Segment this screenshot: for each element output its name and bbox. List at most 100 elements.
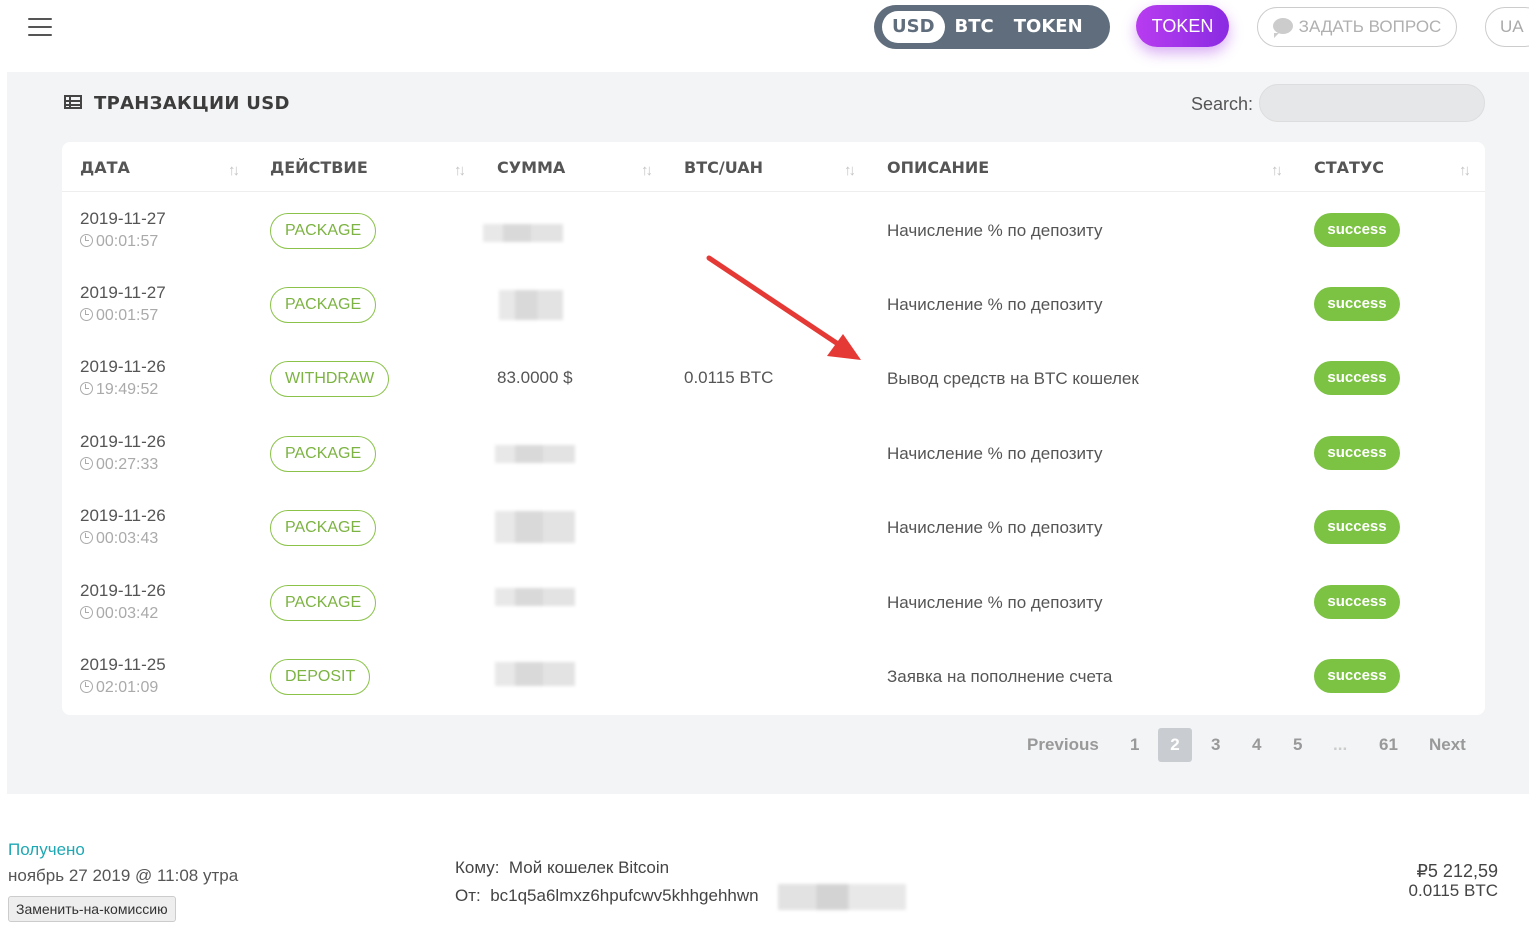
column-header-description[interactable]: ОПИСАНИЕ: [887, 158, 989, 177]
row-description: Начисление % по депозиту: [887, 221, 1103, 240]
table-row: 2019-11-25 02:01:09 DEPOSIT Заявка на по…: [62, 638, 1485, 712]
redacted-amount: [499, 290, 563, 320]
to-value: Мой кошелек Bitcoin: [508, 858, 670, 877]
status-badge: success: [1314, 361, 1400, 395]
sort-icon[interactable]: ↑↓: [844, 162, 856, 179]
row-time: 00:01:57: [80, 307, 158, 325]
pagination-next[interactable]: Next: [1429, 735, 1466, 755]
sort-icon[interactable]: ↑↓: [454, 162, 466, 179]
action-badge[interactable]: PACKAGE: [270, 585, 377, 621]
row-date: 2019-11-26: [80, 432, 166, 451]
pagination-page[interactable]: 3: [1211, 735, 1220, 755]
row-description: Начисление % по депозиту: [887, 593, 1103, 612]
action-badge[interactable]: WITHDRAW: [270, 361, 390, 397]
status-badge: success: [1314, 436, 1400, 470]
table-row: 2019-11-26 00:03:42 PACKAGE Начисление %…: [62, 564, 1485, 638]
sort-icon[interactable]: ↑↓: [228, 162, 240, 179]
action-badge[interactable]: DEPOSIT: [270, 659, 371, 695]
from-address: bc1q5a6lmxz6hpufcwv5khhgehhwn: [490, 886, 759, 905]
column-header-amount[interactable]: СУММА: [497, 158, 565, 177]
column-header-status[interactable]: СТАТУС: [1314, 158, 1384, 177]
pagination-page[interactable]: 5: [1293, 735, 1302, 755]
row-time-text: 19:49:52: [96, 381, 159, 398]
row-time-text: 00:03:43: [96, 530, 159, 547]
status-badge: success: [1314, 659, 1400, 693]
action-badge[interactable]: PACKAGE: [270, 510, 377, 546]
row-description: Заявка на пополнение счета: [887, 667, 1113, 686]
row-time: 00:01:57: [80, 233, 158, 251]
ask-question-button[interactable]: ЗАДАТЬ ВОПРОС: [1257, 7, 1457, 47]
action-badge[interactable]: PACKAGE: [270, 436, 377, 472]
column-header-btc-uah[interactable]: BTC/UAH: [684, 158, 763, 177]
search-input[interactable]: [1259, 84, 1485, 122]
search-label: Search:: [1191, 94, 1254, 114]
pagination-previous[interactable]: Previous: [1027, 735, 1099, 755]
menu-icon[interactable]: [28, 18, 52, 36]
from-label: От:: [455, 886, 481, 905]
clock-icon: [80, 457, 93, 470]
crypto-amount: 0.0115 BTC: [1408, 881, 1498, 900]
token-button[interactable]: TOKEN: [1136, 5, 1229, 47]
table-row: 2019-11-27 00:01:57 PACKAGE Начисление %…: [62, 192, 1485, 266]
status-badge: success: [1314, 213, 1400, 247]
row-date: 2019-11-26: [80, 357, 166, 376]
row-description: Вывод средств на BTC кошелек: [887, 369, 1139, 388]
row-time: 19:49:52: [80, 381, 158, 399]
row-time: 00:27:33: [80, 456, 158, 474]
language-button[interactable]: UA: [1485, 7, 1529, 47]
row-time: 00:03:42: [80, 605, 158, 623]
currency-btc-option[interactable]: BTC: [945, 11, 1004, 43]
currency-token-option[interactable]: TOKEN: [1004, 11, 1093, 43]
redacted-amount: [483, 224, 563, 242]
chat-bubble-icon: [1272, 18, 1293, 38]
row-description: Начисление % по депозиту: [887, 444, 1103, 463]
sort-icon[interactable]: ↑↓: [1271, 162, 1283, 179]
row-time-text: 00:01:57: [96, 233, 159, 250]
row-date: 2019-11-25: [80, 655, 166, 674]
sender-line: От: bc1q5a6lmxz6hpufcwv5khhgehhwn: [455, 886, 759, 906]
replace-fee-button[interactable]: Заменить-на-комиссию: [8, 896, 176, 922]
status-badge: success: [1314, 585, 1400, 619]
redacted-amount: [495, 588, 575, 606]
currency-switch[interactable]: USD BTC TOKEN: [874, 5, 1110, 49]
pagination-current-page[interactable]: 2: [1158, 728, 1192, 762]
row-date: 2019-11-27: [80, 283, 166, 302]
column-header-action[interactable]: ДЕЙСТВИЕ: [270, 158, 368, 177]
page-title-text: ТРАНЗАКЦИИ USD: [94, 93, 290, 114]
ask-question-label: ЗАДАТЬ ВОПРОС: [1298, 17, 1442, 36]
received-date: ноябрь 27 2019 @ 11:08 утра: [8, 866, 239, 885]
row-time-text: 02:01:09: [96, 679, 159, 696]
row-time: 00:03:43: [80, 530, 158, 548]
action-badge[interactable]: PACKAGE: [270, 213, 377, 249]
row-date: 2019-11-26: [80, 506, 166, 525]
redacted-amount: [495, 662, 575, 686]
annotation-arrow: [706, 255, 861, 360]
clock-icon: [80, 382, 93, 395]
row-description: Начисление % по депозиту: [887, 295, 1103, 314]
redacted-amount: [495, 445, 575, 463]
pagination-page[interactable]: 61: [1379, 735, 1398, 755]
row-amount: 83.0000 $: [497, 368, 573, 387]
row-date: 2019-11-26: [80, 581, 166, 600]
top-bar: USD BTC TOKEN TOKEN ЗАДАТЬ ВОПРОС UA: [0, 0, 1529, 72]
redacted-address: [778, 884, 906, 910]
transactions-panel: ТРАНЗАКЦИИ USD Search: ДАТА ↑↓ ДЕЙСТВИЕ …: [7, 72, 1529, 794]
sort-icon[interactable]: ↑↓: [1459, 162, 1471, 179]
recipient-line: Кому: Мой кошелек Bitcoin: [455, 858, 669, 878]
clock-icon: [80, 606, 93, 619]
status-badge: success: [1314, 287, 1400, 321]
pagination-ellipsis: ...: [1333, 735, 1348, 754]
action-badge[interactable]: PACKAGE: [270, 287, 377, 323]
clock-icon: [80, 308, 93, 321]
fiat-amount: ₽5 212,59: [1416, 861, 1498, 881]
sort-icon[interactable]: ↑↓: [641, 162, 653, 179]
pagination-page[interactable]: 4: [1252, 735, 1261, 755]
row-time-text: 00:03:42: [96, 605, 159, 622]
clock-icon: [80, 531, 93, 544]
currency-usd-option[interactable]: USD: [882, 11, 945, 43]
row-description: Начисление % по депозиту: [887, 518, 1103, 537]
column-header-date[interactable]: ДАТА: [80, 158, 130, 177]
pagination-page[interactable]: 1: [1130, 735, 1139, 755]
to-label: Кому:: [455, 858, 500, 877]
table-icon: [64, 95, 82, 109]
